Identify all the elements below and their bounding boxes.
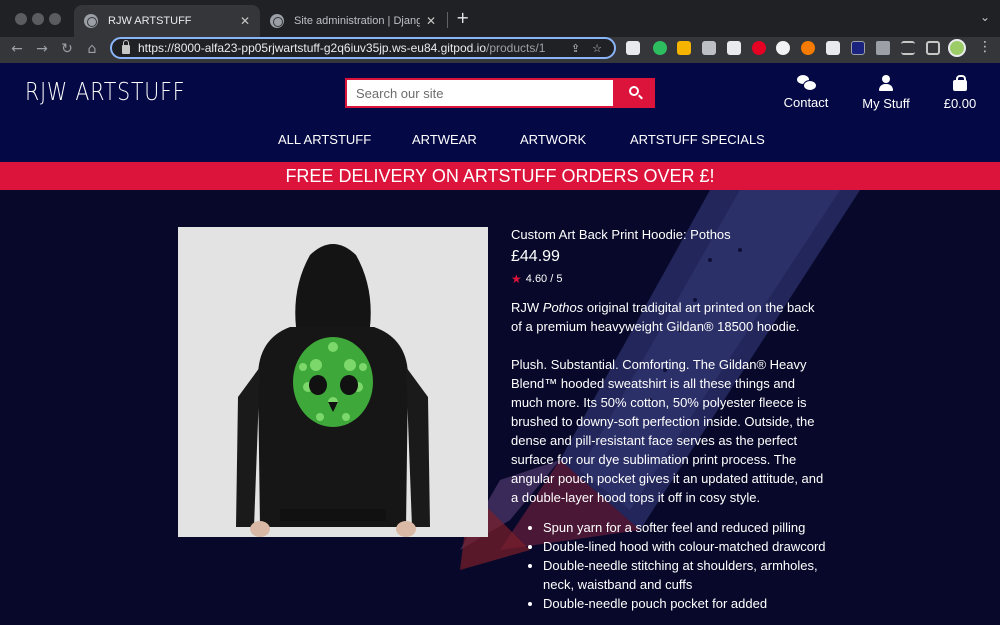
feature-item: Double-needle pouch pocket for added [543,594,827,613]
contact-label: Contact [783,95,829,110]
feature-item: Spun yarn for a softer feel and reduced … [543,518,827,537]
search-form [345,78,655,108]
chat-icon [797,75,817,91]
window-close-button[interactable] [15,13,27,25]
clipper-icon[interactable] [826,41,840,55]
delivery-banner: FREE DELIVERY ON ARTSTUFF ORDERS OVER £! [0,162,1000,190]
description-paragraph: RJW Pothos original tradigital art print… [511,300,815,334]
pinterest-icon[interactable] [752,41,766,55]
nav-all-artstuff[interactable]: ALL ARTSTUFF [278,132,371,147]
product-image[interactable] [178,227,488,537]
star-icon: ★ [511,272,522,286]
search-icon [629,86,639,96]
product-rating: ★ 4.60 / 5 [511,272,827,286]
back-button[interactable]: ← [8,39,26,59]
globe-icon [270,14,284,28]
tab-divider [447,12,448,28]
puzzle-icon[interactable] [876,41,890,55]
main-nav: ALL ARTSTUFF ARTWEAR ARTWORK ARTSTUFF SP… [0,132,1000,152]
site-logo[interactable]: RJW ARTSTUFF [25,77,185,106]
screen-icon[interactable] [851,41,865,55]
product-details: Custom Art Back Print Hoodie: Pothos £44… [511,227,827,613]
menu-kebab-icon[interactable]: ⋮ [978,39,992,55]
close-icon[interactable]: ✕ [240,14,250,28]
chevron-down-icon[interactable]: ⌄ [980,10,990,24]
nav-artstuff-specials[interactable]: ARTSTUFF SPECIALS [630,132,765,147]
search-button[interactable] [615,78,655,108]
notes-icon[interactable] [677,41,691,55]
browser-toolbar: ← → ↻ ⌂ https://8000-alfa23-pp05rjwartst… [0,37,1000,63]
extension-icon[interactable] [727,41,741,55]
github-icon[interactable] [776,41,790,55]
delivery-banner-text: FREE DELIVERY ON ARTSTUFF ORDERS OVER £! [285,166,715,186]
browser-tabstrip: RJW ARTSTUFF ✕ Site administration | Dja… [0,0,1000,37]
new-tab-button[interactable]: + [456,8,469,27]
search-input[interactable] [345,78,615,108]
extension-icon[interactable] [702,41,716,55]
evernote-icon[interactable] [653,41,667,55]
account-label: My Stuff [862,96,910,111]
shopping-bag-link[interactable]: £0.00 [943,75,977,111]
window-zoom-button[interactable] [49,13,61,25]
feature-item: Double-lined hood with colour-matched dr… [543,537,827,556]
nav-artwear[interactable]: ARTWEAR [412,132,477,147]
description-paragraph: Plush. Substantial. Comforting. The Gild… [511,357,824,505]
nav-artwork[interactable]: ARTWORK [520,132,586,147]
account-link[interactable]: My Stuff [860,75,912,111]
feature-item: Double-needle stitching at shoulders, ar… [543,556,827,594]
share-icon[interactable]: ⇪ [571,42,580,55]
side-panel-icon[interactable] [926,41,940,55]
feature-list: Spun yarn for a softer feel and reduced … [511,518,827,613]
browser-tab[interactable]: Site administration | Django site admin … [260,5,446,37]
hoodie-photo [178,227,488,537]
reading-list-icon[interactable] [901,41,915,55]
1password-icon[interactable] [626,41,640,55]
bag-total: £0.00 [943,96,977,111]
shopping-bag-icon [953,75,967,91]
product-price: £44.99 [511,248,560,265]
contact-link[interactable]: Contact [783,75,829,110]
window-minimize-button[interactable] [32,13,44,25]
product-detail: Custom Art Back Print Hoodie: Pothos £44… [0,190,1000,625]
home-button[interactable]: ⌂ [83,39,101,59]
product-title: Custom Art Back Print Hoodie: Pothos [511,227,731,242]
lock-icon [122,40,130,54]
forward-button[interactable]: → [33,39,51,59]
rating-value: 4.60 / 5 [525,273,563,285]
browser-tab-active[interactable]: RJW ARTSTUFF ✕ [74,5,260,37]
close-icon[interactable]: ✕ [426,14,436,28]
url-text[interactable]: https://8000-alfa23-pp05rjwartstuff-g2q6… [138,41,571,55]
bookmark-star-icon[interactable]: ☆ [592,42,602,55]
profile-avatar[interactable] [948,39,966,57]
user-icon [878,75,894,91]
site-header: RJW ARTSTUFF Contact My Stuff £0.00 ALL … [0,63,1000,162]
tab-title: Site administration | Django site admin [294,15,420,27]
address-bar[interactable]: https://8000-alfa23-pp05rjwartstuff-g2q6… [110,37,616,59]
artwork-name: Pothos [542,300,584,315]
grammarly-icon[interactable] [801,41,815,55]
reload-button[interactable]: ↻ [58,39,76,59]
tab-title: RJW ARTSTUFF [108,15,192,27]
globe-icon [84,14,98,28]
product-description: RJW Pothos original tradigital art print… [511,298,827,507]
